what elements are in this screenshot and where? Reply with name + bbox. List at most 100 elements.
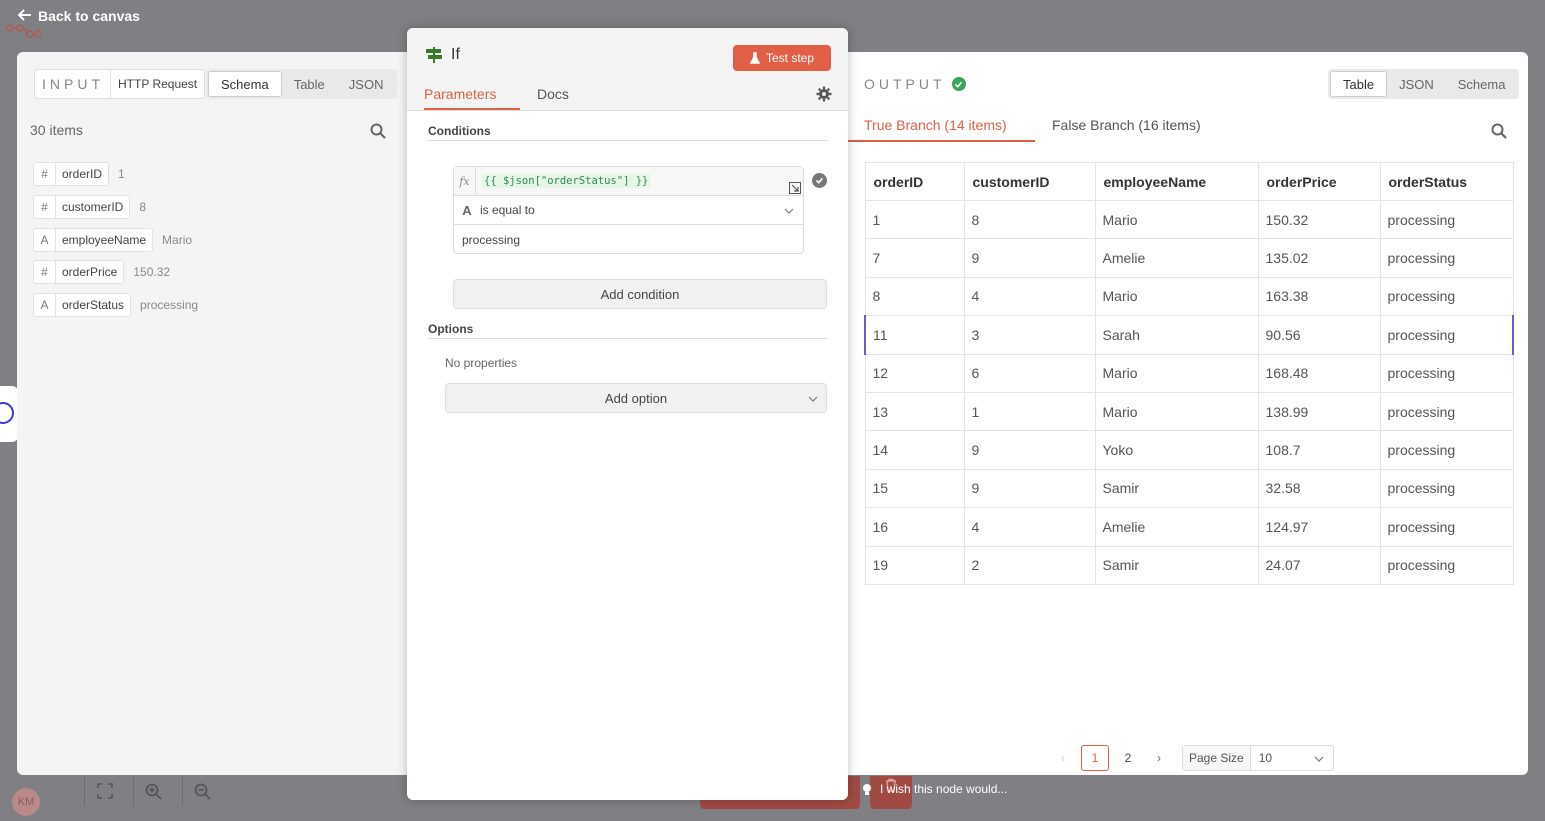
table-cell: Sarah <box>1094 315 1259 355</box>
add-option-select[interactable]: Add option <box>445 383 827 413</box>
number-type-icon: # <box>34 163 56 185</box>
input-view-table[interactable]: Table <box>282 71 337 97</box>
condition-left-value[interactable]: fx {{ $json["orderStatus"] }} <box>454 167 803 196</box>
feedback-prompt[interactable]: I wish this node would... <box>862 782 1007 796</box>
schema-field-chip[interactable]: # orderPrice <box>33 260 125 284</box>
schema-field-chip[interactable]: # orderID <box>33 162 110 186</box>
pagination-page-1[interactable]: 1 <box>1081 745 1109 771</box>
schema-field[interactable]: # customerID 8 <box>33 195 146 219</box>
input-view-json[interactable]: JSON <box>337 71 396 97</box>
condition-card: fx {{ $json["orderStatus"] }} A is equal… <box>453 166 804 254</box>
schema-field-chip[interactable]: AorderStatus <box>33 293 132 317</box>
table-cell: 9 <box>963 238 1096 278</box>
table-header-row: orderID customerID employeeName orderPri… <box>864 162 1514 201</box>
condition-right-value[interactable]: processing <box>462 233 520 247</box>
expand-editor-icon[interactable] <box>789 182 801 194</box>
input-view-schema[interactable]: Schema <box>208 71 282 97</box>
pagination-page-2[interactable]: 2 <box>1118 745 1138 771</box>
table-row[interactable]: 12 6 Mario 168.48 processing <box>864 353 1514 393</box>
side-drawer-tab[interactable] <box>0 386 18 442</box>
output-panel: OUTPUT Table JSON Schema True Branch (14… <box>848 52 1528 775</box>
table-cell: Mario <box>1094 391 1259 432</box>
expression-fx-icon: fx <box>454 167 476 196</box>
tab-false-branch[interactable]: False Branch (16 items) <box>1052 117 1201 133</box>
output-view-schema[interactable]: Schema <box>1446 71 1518 97</box>
zoom-out-button[interactable] <box>182 776 222 806</box>
n8n-logo-icon <box>6 24 42 38</box>
table-cell: 19 <box>864 545 965 585</box>
table-row[interactable]: 1 8 Mario 150.32 processing <box>864 199 1514 240</box>
schema-field[interactable]: AemployeeName Mario <box>33 228 192 252</box>
table-cell: processing <box>1379 353 1514 393</box>
table-row[interactable]: 13 1 Mario 138.99 processing <box>864 391 1514 432</box>
user-avatar[interactable]: KM <box>12 788 40 816</box>
conditions-section-title: Conditions <box>428 124 491 138</box>
table-cell: 4 <box>963 507 1096 547</box>
schema-field-value: Mario <box>162 233 193 247</box>
expression-text[interactable]: {{ $json["orderStatus"] }} <box>482 174 651 188</box>
success-check-icon <box>951 77 966 91</box>
pagination-next-button[interactable]: › <box>1152 745 1166 771</box>
feedback-text: I wish this node would... <box>880 782 1008 796</box>
schema-field[interactable]: # orderPrice 150.32 <box>33 260 170 284</box>
table-cell: Samir <box>1094 545 1259 585</box>
gear-icon[interactable] <box>816 86 832 102</box>
condition-operator-label: is equal to <box>480 203 535 217</box>
schema-field[interactable]: AorderStatus processing <box>33 293 198 317</box>
table-row[interactable]: 19 2 Samir 24.07 processing <box>864 545 1514 585</box>
column-header: orderID <box>864 162 965 201</box>
zoom-out-icon <box>194 783 211 800</box>
table-cell: 12 <box>864 353 965 393</box>
search-icon[interactable] <box>370 123 386 139</box>
active-branch-indicator <box>848 140 1035 142</box>
page-size-select[interactable]: Page Size 10 <box>1182 745 1334 771</box>
schema-field-value: processing <box>140 298 199 312</box>
options-section-title: Options <box>428 322 474 336</box>
tab-parameters[interactable]: Parameters <box>424 86 496 102</box>
table-row[interactable]: 11 3 Sarah 90.56 processing <box>864 315 1514 355</box>
table-cell: 6 <box>963 353 1096 393</box>
flask-icon <box>749 52 760 64</box>
schema-field[interactable]: # orderID 1 <box>33 162 125 186</box>
table-cell: Yoko <box>1094 430 1259 470</box>
schema-field-value: 8 <box>139 200 147 214</box>
node-title-text[interactable]: If <box>451 46 460 64</box>
table-cell: 138.99 <box>1257 391 1381 432</box>
zoom-in-button[interactable] <box>133 776 173 806</box>
table-cell: 13 <box>864 391 965 432</box>
add-condition-button[interactable]: Add condition <box>453 279 827 309</box>
input-panel: INPUT HTTP Request Schema Table JSON 30 … <box>17 52 409 775</box>
output-view-table[interactable]: Table <box>1330 71 1388 97</box>
tab-true-branch[interactable]: True Branch (14 items) <box>864 117 1007 133</box>
table-cell: 135.02 <box>1257 238 1381 278</box>
table-cell: Mario <box>1094 276 1259 317</box>
input-source-selector[interactable]: HTTP Request <box>111 77 204 91</box>
table-cell: processing <box>1379 315 1514 355</box>
table-cell: processing <box>1379 238 1514 278</box>
schema-field-name: orderID <box>62 167 103 181</box>
test-step-button[interactable]: Test step <box>733 45 831 71</box>
table-cell: processing <box>1379 507 1514 547</box>
table-row[interactable]: 8 4 Mario 163.38 processing <box>864 276 1514 317</box>
schema-field-chip[interactable]: AemployeeName <box>33 228 154 252</box>
search-icon[interactable] <box>1491 123 1507 139</box>
condition-operator-select[interactable]: A is equal to <box>454 196 803 225</box>
no-properties-text: No properties <box>445 356 518 370</box>
schema-field-chip[interactable]: # customerID <box>33 195 131 219</box>
table-row[interactable]: 7 9 Amelie 135.02 processing <box>864 238 1514 278</box>
output-view-json[interactable]: JSON <box>1387 71 1446 97</box>
signpost-icon <box>426 47 442 63</box>
column-header: employeeName <box>1094 162 1259 201</box>
table-row[interactable]: 16 4 Amelie 124.97 processing <box>864 507 1514 547</box>
fit-view-button[interactable] <box>84 776 124 806</box>
table-cell: processing <box>1379 430 1514 470</box>
back-to-canvas-label: Back to canvas <box>38 8 140 24</box>
table-cell: 150.32 <box>1257 199 1381 240</box>
pagination-prev-button[interactable]: ‹ <box>1056 745 1070 771</box>
output-title: OUTPUT <box>864 76 946 92</box>
table-row[interactable]: 15 9 Samir 32.58 processing <box>864 468 1514 509</box>
table-cell: 124.97 <box>1257 507 1381 547</box>
table-row[interactable]: 14 9 Yoko 108.7 processing <box>864 430 1514 470</box>
tab-docs[interactable]: Docs <box>537 86 569 102</box>
table-cell: Amelie <box>1094 238 1259 278</box>
